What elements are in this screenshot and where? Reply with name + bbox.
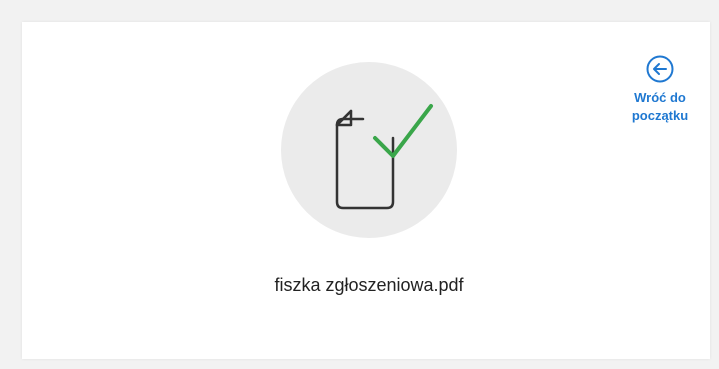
file-preview-circle — [281, 62, 457, 238]
back-label-line1: Wróć do — [634, 90, 686, 105]
file-name: fiszka zgłoszeniowa.pdf — [274, 275, 464, 295]
upload-result-card: fiszka zgłoszeniowa.pdf Wróć do początku — [22, 22, 710, 359]
back-to-start-button[interactable]: Wróć do początku — [620, 55, 700, 125]
arrow-left-circle-icon — [646, 55, 674, 83]
back-label-line2: początku — [631, 108, 689, 123]
file-check-icon — [335, 104, 433, 210]
